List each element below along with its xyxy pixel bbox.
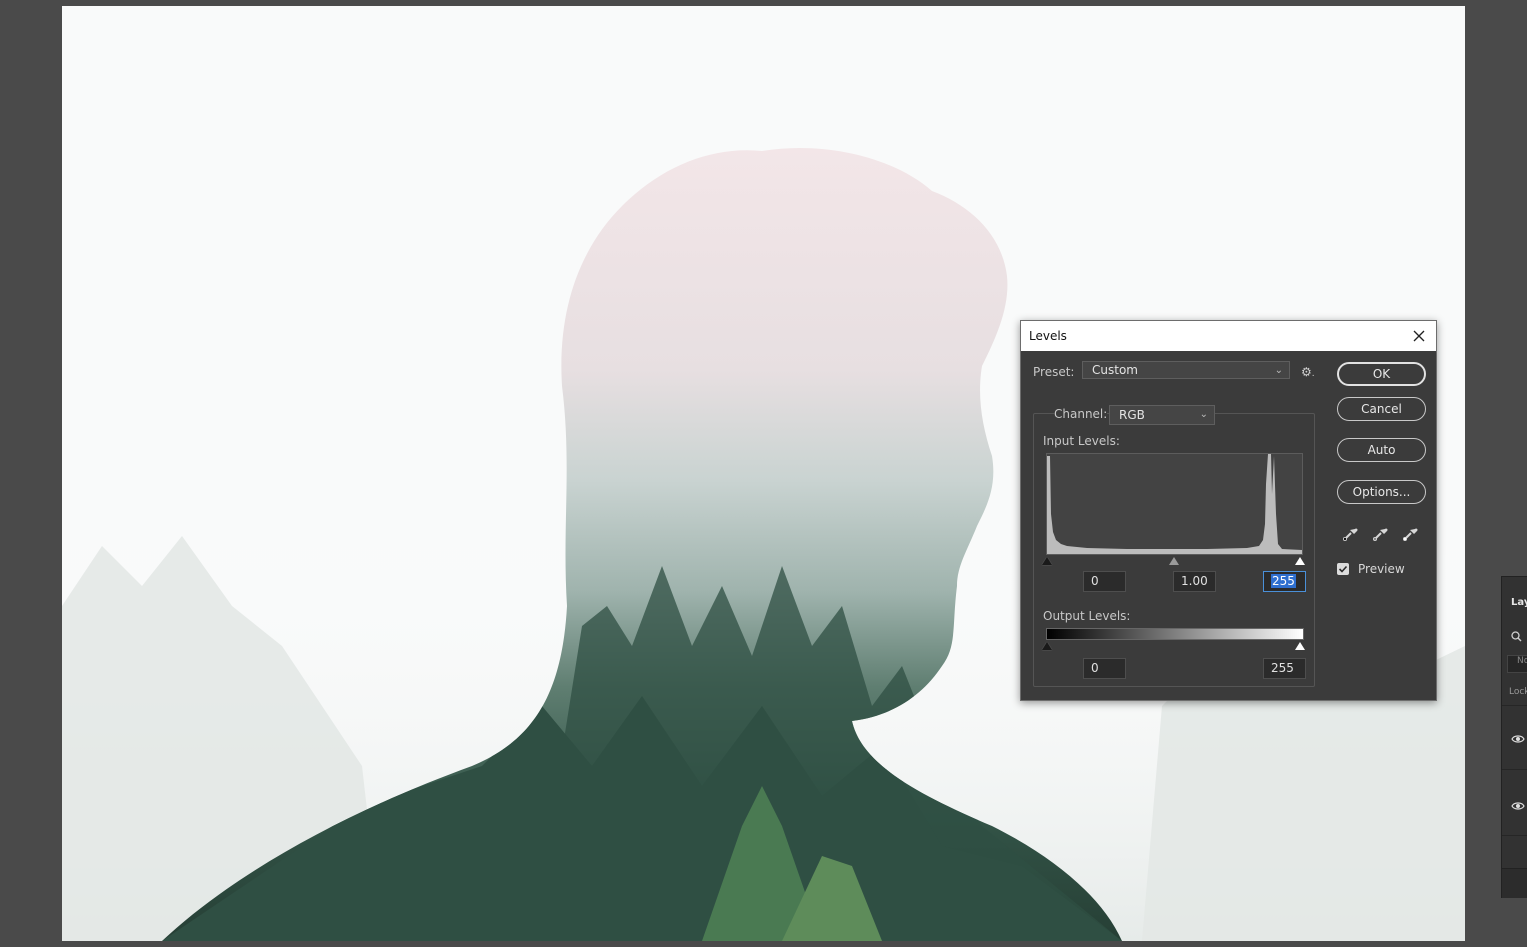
output-black-field[interactable]: 0 <box>1083 658 1126 679</box>
output-white-field[interactable]: 255 <box>1263 658 1306 679</box>
channel-label: Channel: <box>1054 407 1108 421</box>
input-black-field[interactable]: 0 <box>1083 571 1126 592</box>
eye-icon[interactable] <box>1511 733 1525 747</box>
preset-label: Preset: <box>1033 365 1075 379</box>
layers-panel: Lay No Lock <box>1501 576 1527 898</box>
preset-select[interactable]: Custom ⌄ <box>1082 361 1290 379</box>
blend-mode-select[interactable]: No <box>1507 655 1527 673</box>
gear-icon: ⚙ <box>1301 365 1312 379</box>
auto-button[interactable]: Auto <box>1337 438 1426 462</box>
input-black-slider[interactable] <box>1042 557 1052 565</box>
output-levels-label: Output Levels: <box>1043 609 1131 623</box>
cancel-button[interactable]: Cancel <box>1337 397 1426 421</box>
chevron-down-icon: ⌄ <box>1199 409 1208 420</box>
layers-panel-footer <box>1502 868 1527 898</box>
output-white-slider[interactable] <box>1295 642 1305 650</box>
input-gamma-field[interactable]: 1.00 <box>1173 571 1216 592</box>
input-levels-label: Input Levels: <box>1043 434 1120 448</box>
levels-dialog: Levels Preset: Custom ⌄ ⚙. Channel: RGB … <box>1020 320 1437 701</box>
close-icon <box>1413 330 1425 342</box>
preview-checkbox[interactable] <box>1337 563 1349 575</box>
dialog-titlebar[interactable]: Levels <box>1021 321 1436 351</box>
input-white-value: 255 <box>1271 574 1296 588</box>
white-eyedropper-icon[interactable] <box>1401 523 1421 543</box>
channel-value: RGB <box>1119 408 1145 422</box>
input-white-field[interactable]: 255 <box>1263 571 1306 592</box>
lock-label: Lock <box>1509 687 1527 697</box>
gray-eyedropper-icon[interactable] <box>1371 523 1391 543</box>
ok-button[interactable]: OK <box>1337 362 1426 386</box>
chevron-down-icon: ⌄ <box>1274 365 1283 376</box>
dialog-title: Levels <box>1029 329 1067 343</box>
preview-label: Preview <box>1358 562 1405 576</box>
channel-select[interactable]: RGB ⌄ <box>1109 405 1215 425</box>
black-eyedropper-icon[interactable] <box>1341 523 1361 543</box>
layers-panel-tab[interactable]: Lay <box>1511 597 1527 608</box>
input-gamma-slider[interactable] <box>1169 557 1179 565</box>
input-white-slider[interactable] <box>1295 557 1305 565</box>
options-button[interactable]: Options... <box>1337 480 1426 504</box>
search-icon[interactable] <box>1509 629 1527 645</box>
preset-options-button[interactable]: ⚙. <box>1301 365 1321 383</box>
output-gradient-bar <box>1046 628 1304 640</box>
output-black-slider[interactable] <box>1042 642 1052 650</box>
histogram <box>1046 453 1303 555</box>
preset-value: Custom <box>1092 363 1138 377</box>
eye-icon[interactable] <box>1511 800 1525 814</box>
checkmark-icon <box>1338 565 1348 573</box>
close-button[interactable] <box>1406 324 1432 348</box>
